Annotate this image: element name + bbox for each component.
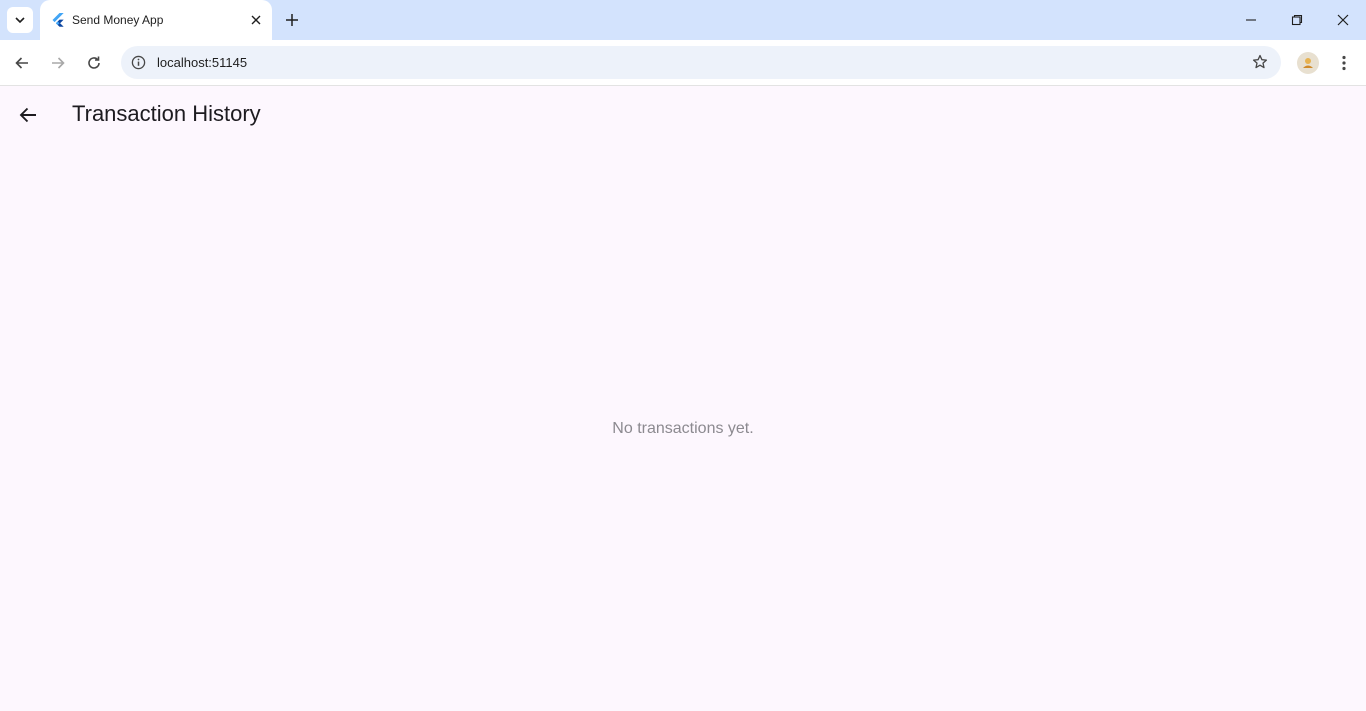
- arrow-left-icon: [19, 107, 36, 123]
- close-icon: [251, 15, 261, 25]
- app-bar: Transaction History: [0, 87, 1366, 143]
- arrow-left-icon: [15, 57, 28, 69]
- bookmark-button[interactable]: [1251, 53, 1269, 71]
- browser-menu-button[interactable]: [1332, 51, 1356, 75]
- empty-state-message: No transactions yet.: [612, 420, 754, 437]
- site-info-button[interactable]: [129, 53, 147, 71]
- plus-icon: [286, 14, 298, 26]
- info-icon: [131, 55, 145, 69]
- profile-avatar-icon: [1303, 58, 1313, 68]
- browser-tab[interactable]: Send Money App: [40, 0, 272, 40]
- restore-icon: [1291, 14, 1303, 26]
- reload-button[interactable]: [81, 50, 107, 76]
- tab-close-button[interactable]: [248, 12, 264, 28]
- minimize-button[interactable]: [1228, 0, 1274, 40]
- reload-icon: [88, 56, 100, 69]
- tab-search-button[interactable]: [7, 7, 33, 33]
- page-title: Transaction History: [72, 101, 261, 126]
- back-button[interactable]: [9, 50, 35, 76]
- flutter-icon: [52, 13, 64, 27]
- close-icon: [1337, 14, 1349, 26]
- app-back-button[interactable]: [12, 99, 44, 131]
- more-vert-icon: [1342, 55, 1346, 71]
- address-bar[interactable]: localhost:51145: [121, 46, 1281, 79]
- star-icon: [1252, 54, 1268, 69]
- minimize-icon: [1246, 19, 1256, 21]
- window-close-button[interactable]: [1320, 0, 1366, 40]
- arrow-right-icon: [52, 57, 65, 69]
- tab-title: Send Money App: [72, 13, 164, 27]
- tab-strip: Send Money App: [0, 0, 1366, 40]
- avatar[interactable]: [1297, 52, 1319, 74]
- browser-toolbar: localhost:51145: [0, 40, 1366, 86]
- app-screen: Transaction History No transactions yet.: [0, 87, 1366, 711]
- forward-button[interactable]: [45, 50, 71, 76]
- restore-button[interactable]: [1274, 0, 1320, 40]
- new-tab-button[interactable]: [282, 10, 302, 30]
- chevron-down-icon: [15, 17, 25, 24]
- url-text: localhost:51145: [157, 55, 248, 70]
